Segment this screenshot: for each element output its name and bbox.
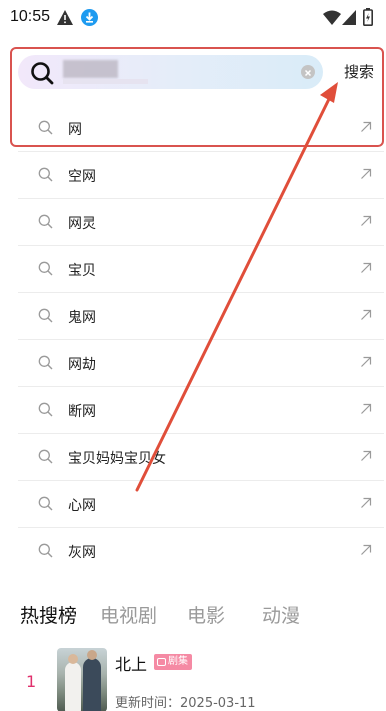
suggestion-text: 宝贝妈妈宝贝女 [68, 451, 166, 467]
hot-list-item[interactable]: 1 北上 剧集 更新时间：2025-03-11 [20, 648, 386, 711]
fill-arrow-icon[interactable] [360, 215, 372, 227]
battery-icon [363, 8, 373, 26]
suggestion-text: 空网 [68, 169, 96, 185]
search-icon [38, 543, 53, 558]
tab-movies[interactable]: 电影 [187, 601, 225, 628]
fill-arrow-icon[interactable] [360, 356, 372, 368]
suggestion-item[interactable]: 鬼网 [18, 293, 384, 340]
search-icon [38, 120, 53, 135]
suggestion-item[interactable]: 心网 [18, 481, 384, 528]
search-icon [38, 496, 53, 511]
fill-arrow-icon[interactable] [360, 168, 372, 180]
suggestion-text: 网 [68, 122, 82, 138]
update-label: 更新时间： [115, 696, 181, 711]
suggestion-item[interactable]: 断网 [18, 387, 384, 434]
suggestion-item[interactable]: 灰网 [18, 528, 384, 575]
suggestion-text: 网劫 [68, 357, 96, 373]
suggestion-list: 网 空网 网灵 宝贝 鬼网 网劫 断网 宝贝妈妈宝贝女 心网 灰网 [18, 105, 384, 575]
fill-arrow-icon[interactable] [360, 309, 372, 321]
fill-arrow-icon[interactable] [360, 121, 372, 133]
suggestion-text: 网灵 [68, 216, 96, 232]
tab-tv-series[interactable]: 电视剧 [100, 601, 157, 628]
search-icon [38, 167, 53, 182]
suggestion-text: 断网 [68, 404, 96, 420]
suggestion-text: 灰网 [68, 545, 96, 561]
suggestion-item[interactable]: 网灵 [18, 199, 384, 246]
search-icon [38, 261, 53, 276]
series-badge: 剧集 [154, 654, 192, 670]
rank-number: 1 [26, 672, 37, 691]
fill-arrow-icon[interactable] [360, 262, 372, 274]
suggestion-text: 心网 [68, 498, 96, 514]
rank-title: 北上 [115, 655, 148, 674]
fill-arrow-icon[interactable] [360, 450, 372, 462]
update-time: 更新时间：2025-03-11 [115, 692, 256, 711]
suggestion-item[interactable]: 网 [18, 105, 384, 152]
suggestion-text: 鬼网 [68, 310, 96, 326]
status-time: 10:55 [10, 8, 51, 25]
suggestion-item[interactable]: 空网 [18, 152, 384, 199]
suggestion-text: 宝贝 [68, 263, 96, 279]
update-date: 2025-03-11 [180, 696, 256, 711]
search-icon [38, 402, 53, 417]
warning-icon [57, 10, 73, 25]
status-bar: 10:55 [0, 0, 386, 36]
search-icon [38, 449, 53, 464]
suggestion-item[interactable]: 网劫 [18, 340, 384, 387]
search-input[interactable] [64, 59, 284, 85]
clear-icon[interactable] [301, 65, 315, 79]
signal-icon [342, 10, 356, 25]
search-bar[interactable] [18, 55, 323, 89]
download-icon [81, 9, 98, 26]
fill-arrow-icon[interactable] [360, 497, 372, 509]
fill-arrow-icon[interactable] [360, 544, 372, 556]
search-icon [38, 355, 53, 370]
tab-hot-search[interactable]: 热搜榜 [20, 601, 77, 628]
fill-arrow-icon[interactable] [360, 403, 372, 415]
tab-anime[interactable]: 动漫 [262, 601, 300, 628]
poster-image[interactable] [57, 648, 107, 711]
wifi-icon [323, 10, 341, 25]
search-button[interactable]: 搜索 [344, 61, 374, 82]
search-icon [31, 62, 54, 85]
badge-label: 剧集 [168, 656, 188, 667]
search-icon [38, 214, 53, 229]
suggestion-item[interactable]: 宝贝妈妈宝贝女 [18, 434, 384, 481]
tv-icon [157, 658, 166, 666]
suggestion-item[interactable]: 宝贝 [18, 246, 384, 293]
search-icon [38, 308, 53, 323]
